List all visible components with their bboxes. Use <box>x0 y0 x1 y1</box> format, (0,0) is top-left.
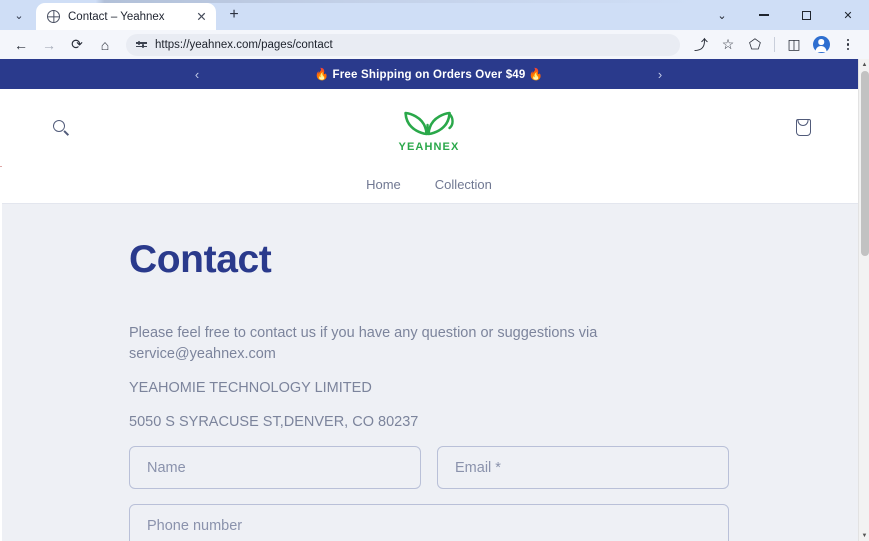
maximize-icon <box>801 10 811 20</box>
leaf-logo-icon <box>404 111 455 135</box>
nav-item-collection[interactable]: Collection <box>435 177 492 192</box>
name-input-placeholder: Name <box>147 459 186 476</box>
site-header: YEAHNEX <box>0 89 858 166</box>
minimize-icon <box>759 14 769 16</box>
new-tab-button[interactable]: + <box>222 3 246 27</box>
company-name: YEAHOMIE TECHNOLOGY LIMITED <box>129 380 372 396</box>
name-input[interactable]: Name <box>129 446 421 489</box>
scroll-down-arrow-icon: ▼ <box>861 532 868 539</box>
contact-form: Name Email * Phone number Comment <box>129 446 729 541</box>
search-button[interactable] <box>45 113 75 143</box>
site-logo-text: YEAHNEX <box>398 140 460 153</box>
page-scrollbar[interactable]: ▲ ▼ <box>858 59 869 541</box>
chevron-down-icon: ⌄ <box>14 9 24 22</box>
extensions-button[interactable]: ⬠ <box>742 32 768 58</box>
side-panel-icon: ◫ <box>787 36 801 52</box>
tune-icon[interactable] <box>136 39 147 50</box>
profile-avatar-icon <box>812 36 830 53</box>
reload-button[interactable]: ⟳ <box>64 32 90 58</box>
site-logo[interactable]: YEAHNEX <box>399 103 460 153</box>
toolbar-divider <box>774 37 775 52</box>
browser-menu-button[interactable] <box>835 32 861 58</box>
window-top-edge <box>0 0 869 3</box>
extensions-icon: ⬠ <box>748 36 762 52</box>
browser-window: ⌄ Contact – Yeahnex ✕ + ⌄ ✕ ← → ⟳ ⌂ http… <box>0 0 869 541</box>
bookmark-button[interactable]: ☆ <box>715 32 741 58</box>
scroll-down-button[interactable]: ▼ <box>859 530 869 541</box>
tab-title: Contact – Yeahnex <box>68 10 165 23</box>
side-panel-button[interactable]: ◫ <box>781 32 807 58</box>
contact-paragraph: Please feel free to contact us if you ha… <box>129 325 598 362</box>
browser-toolbar: ← → ⟳ ⌂ https://yeahnex.com/pages/contac… <box>0 30 869 59</box>
window-maximize-button[interactable] <box>785 0 827 30</box>
search-icon <box>52 120 69 135</box>
announcement-prev-button[interactable]: ‹ <box>182 59 212 89</box>
announcement-next-button[interactable]: › <box>645 59 675 89</box>
toolbar-right-actions: ⤴ ☆ ⬠ ◫ <box>688 32 861 58</box>
site-nav: Home Collection <box>0 166 858 204</box>
share-button[interactable]: ⤴ <box>688 32 714 58</box>
browser-tab[interactable]: Contact – Yeahnex ✕ <box>36 3 216 30</box>
reload-icon: ⟳ <box>71 36 83 52</box>
announcement-bar: ‹ 🔥 Free Shipping on Orders Over $49 🔥 › <box>0 59 858 89</box>
home-icon: ⌂ <box>100 36 110 53</box>
address-bar-url: https://yeahnex.com/pages/contact <box>155 38 333 51</box>
company-address: 5050 S SYRACUSE ST,DENVER, CO 80237 <box>129 414 419 430</box>
form-row-name-email: Name Email * <box>129 446 729 489</box>
profile-button[interactable] <box>808 32 834 58</box>
phone-input[interactable]: Phone number <box>129 504 729 541</box>
web-page: ‹ 🔥 Free Shipping on Orders Over $49 🔥 › <box>0 59 858 541</box>
back-button[interactable]: ← <box>8 32 34 58</box>
window-controls: ⌄ ✕ <box>701 0 869 30</box>
page-title: Contact <box>129 238 272 281</box>
forward-arrow-icon: → <box>42 36 56 53</box>
phone-input-placeholder: Phone number <box>147 517 243 534</box>
window-close-button[interactable]: ✕ <box>827 0 869 30</box>
announcement-text: 🔥 Free Shipping on Orders Over $49 🔥 <box>314 69 544 81</box>
scroll-up-arrow-icon: ▲ <box>861 61 868 68</box>
email-input-placeholder: Email * <box>455 459 501 476</box>
address-bar[interactable]: https://yeahnex.com/pages/contact <box>126 33 680 56</box>
three-dot-menu-icon <box>846 38 850 51</box>
nav-item-home[interactable]: Home <box>366 177 401 192</box>
plus-icon: + <box>229 6 239 23</box>
window-close-icon: ✕ <box>843 9 853 22</box>
cart-button[interactable] <box>788 113 818 143</box>
shopping-bag-icon <box>795 119 811 136</box>
page-viewport: ‹ 🔥 Free Shipping on Orders Over $49 🔥 › <box>0 59 869 541</box>
share-icon: ⤴ <box>694 36 708 53</box>
scroll-up-button[interactable]: ▲ <box>859 59 869 70</box>
globe-icon <box>47 10 60 23</box>
scrollbar-thumb[interactable] <box>861 71 869 256</box>
chevron-down-icon: ⌄ <box>717 9 727 22</box>
chevron-left-icon: ‹ <box>194 66 200 82</box>
close-icon[interactable]: ✕ <box>193 8 210 25</box>
home-button[interactable]: ⌂ <box>92 32 118 58</box>
star-icon: ☆ <box>721 36 735 52</box>
main-content: Contact Please feel free to contact us i… <box>0 204 858 541</box>
back-arrow-icon: ← <box>14 36 28 53</box>
email-input[interactable]: Email * <box>437 446 729 489</box>
tab-strip: ⌄ Contact – Yeahnex ✕ + ⌄ ✕ <box>0 0 869 30</box>
window-minimize-button[interactable] <box>743 0 785 30</box>
forward-button[interactable]: → <box>36 32 62 58</box>
tab-search-button[interactable]: ⌄ <box>6 3 32 27</box>
window-collapse-button[interactable]: ⌄ <box>701 0 743 30</box>
form-row-phone: Phone number <box>129 504 729 541</box>
chevron-right-icon: › <box>657 66 663 82</box>
